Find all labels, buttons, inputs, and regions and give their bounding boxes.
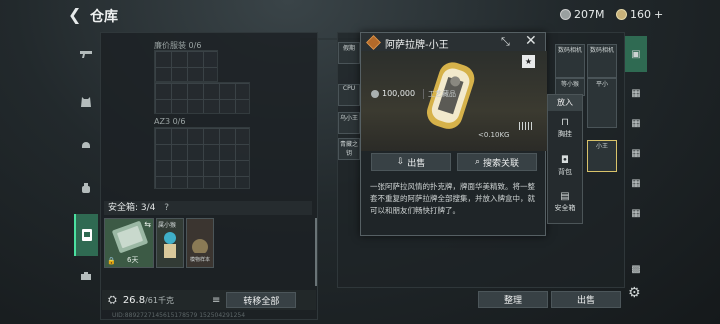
grid-size-icon xyxy=(519,122,533,130)
left-scrollbar[interactable] xyxy=(315,218,317,286)
safebox-tab-icon[interactable] xyxy=(74,214,98,256)
search-icon: ⌕ xyxy=(474,157,481,167)
lock-icon: 🔒 xyxy=(107,257,116,265)
left-nav xyxy=(72,32,100,322)
gem-display[interactable]: 160 + xyxy=(616,8,663,21)
safebox-icon: ▤ xyxy=(560,191,570,202)
safebox-item-3[interactable]: 模物样本 xyxy=(186,218,214,268)
price-row: 100,000 xyxy=(371,89,415,98)
warehouse-item[interactable]: 平小 xyxy=(587,78,617,128)
popup-header: 阿萨拉牌-小王 ⤡ ✕ xyxy=(361,33,545,51)
slot-grid-1b[interactable] xyxy=(154,82,250,114)
vault-tab-icon[interactable]: ▣ xyxy=(625,36,647,72)
transfer-all-button[interactable]: 转移全部 xyxy=(226,292,297,308)
warehouse-item[interactable]: 青藏之钥 xyxy=(338,138,360,160)
weight-value: 26.8 xyxy=(122,294,146,306)
search-related-button[interactable]: ⌕ 搜索关联 xyxy=(457,153,537,171)
vest-icon: ⊓ xyxy=(561,117,569,128)
warehouse-item[interactable]: 数码相机 xyxy=(555,44,585,78)
collapse-icon[interactable]: ⤡ xyxy=(501,35,510,49)
sample-item-icon xyxy=(192,239,208,255)
put-in-title: 放入 xyxy=(548,95,582,111)
slot-grid-1[interactable] xyxy=(154,50,218,82)
weapon-tab-icon[interactable] xyxy=(74,42,98,66)
warehouse-item[interactable]: CPU xyxy=(338,84,360,106)
safebox-item-1[interactable]: ⇆ 🔒 6天 xyxy=(104,218,154,268)
coin-icon xyxy=(371,89,379,98)
item-price: 100,000 xyxy=(382,89,416,98)
safebox-item-2[interactable]: 属小猴 xyxy=(156,218,184,268)
sort-button[interactable]: 整理 xyxy=(478,291,548,308)
gem-amount: 160 xyxy=(630,8,651,21)
safebox-count: 3/4 xyxy=(140,203,156,213)
sell-button[interactable]: ⇩ 出售 xyxy=(371,153,451,171)
figure-item-icon xyxy=(164,232,176,258)
warehouse-item[interactable]: 假期 xyxy=(338,42,360,64)
quality-icon xyxy=(366,35,381,50)
warehouse-item[interactable]: 数码相机 xyxy=(587,44,617,78)
popup-title: 阿萨拉牌-小王 xyxy=(385,40,449,51)
item-category: 工艺藏品 xyxy=(423,89,456,99)
playing-card-icon xyxy=(426,62,475,129)
safebox-item-3-sub: 模物样本 xyxy=(189,257,210,263)
storage-tab-icon[interactable]: ▦ xyxy=(625,172,647,194)
put-in-vest[interactable]: ⊓ 胸挂 xyxy=(548,117,582,139)
coin-icon xyxy=(560,9,571,20)
gem-icon xyxy=(616,9,627,20)
helmet-tab-icon[interactable] xyxy=(74,132,98,156)
help-icon[interactable]: ? xyxy=(164,203,169,213)
close-icon[interactable]: ✕ xyxy=(525,33,537,49)
list-icon[interactable]: ≡ xyxy=(212,295,220,306)
safebox-header: 安全箱: 3/4 ? xyxy=(104,201,312,215)
item-duration: 6天 xyxy=(127,256,139,264)
safebox-label: 安全箱: xyxy=(108,203,139,213)
storage-tab-icon[interactable]: ▦ xyxy=(625,142,647,164)
storage-tab-icon[interactable]: ▦ xyxy=(625,202,647,224)
put-in-backpack[interactable]: ◘ 背包 xyxy=(548,155,582,177)
currency-display[interactable]: 207M xyxy=(560,8,605,21)
item-weight: <0.10KG xyxy=(478,131,510,139)
section2-label: AZ3 0/6 xyxy=(154,117,186,126)
top-bar: ❮ 仓库 207M 160 + xyxy=(0,0,720,30)
backpack-icon: ◘ xyxy=(561,155,569,166)
page-title: 仓库 xyxy=(90,9,118,25)
storage-tab-icon[interactable]: ▦ xyxy=(625,112,647,134)
storage-tab-icon[interactable]: ▦ xyxy=(625,82,647,104)
left-bottom-bar: ⛭ 26.8 /61千克 ≡ 转移全部 xyxy=(102,290,316,310)
uid-watermark: UID:8892727145615178579 152504291254 xyxy=(112,312,246,319)
warehouse-item-selected[interactable]: 小王 xyxy=(587,140,617,172)
item-artwork xyxy=(361,51,547,151)
safebox-item-2-label: 属小猴 xyxy=(158,222,177,229)
favorite-star-icon[interactable]: ★ xyxy=(522,55,535,68)
sell-icon: ⇩ xyxy=(396,157,405,167)
weight-total: /61千克 xyxy=(145,295,174,305)
swap-icon: ⇆ xyxy=(144,220,151,229)
toolbox-tab-icon[interactable] xyxy=(74,264,98,288)
back-arrow-icon[interactable]: ❮ xyxy=(68,5,81,24)
warehouse-item[interactable]: 乌小王 xyxy=(338,112,360,134)
currency-amount: 207M xyxy=(574,8,605,21)
item-description: 一张阿萨拉风情的扑克牌，牌面华美精致。将一整套不重复的阿萨拉牌全部搜集，并放入牌… xyxy=(370,182,535,215)
vest-tab-icon[interactable] xyxy=(74,90,98,114)
right-nav: ▣ ▦ ▦ ▦ ▦ ▦ ▩ xyxy=(625,32,647,302)
gem-plus[interactable]: + xyxy=(654,8,663,21)
bag-tab-icon[interactable] xyxy=(74,176,98,200)
sell-all-button[interactable]: 出售 xyxy=(551,291,621,308)
weight-icon: ⛭ xyxy=(108,293,117,306)
put-in-safebox[interactable]: ▤ 安全箱 xyxy=(548,191,582,213)
collection-tab-icon[interactable]: ▩ xyxy=(625,258,647,280)
settings-gear-icon[interactable]: ⚙ xyxy=(628,285,641,301)
put-in-menu: 放入 ⊓ 胸挂 ◘ 背包 ▤ 安全箱 xyxy=(547,94,583,224)
slot-grid-2[interactable] xyxy=(154,127,250,189)
